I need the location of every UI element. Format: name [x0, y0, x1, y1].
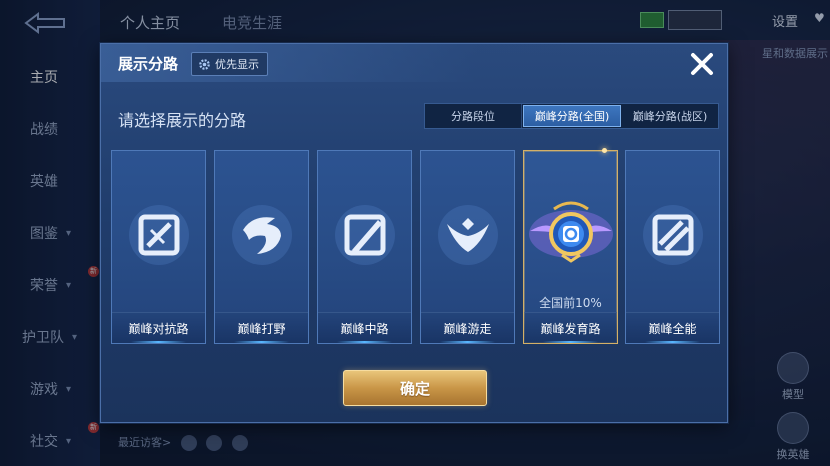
route-card-label: 巅峰游走: [421, 312, 514, 343]
card-underline: [542, 341, 599, 343]
card-underline: [644, 341, 701, 343]
route-card-top-lane[interactable]: 巅峰对抗路: [111, 150, 206, 344]
route-type-tabs: 分路段位 巅峰分路(全国) 巅峰分路(战区): [424, 103, 719, 129]
card-underline: [439, 341, 496, 343]
marksman-emblem-icon: [526, 189, 616, 279]
route-card-label: 巅峰中路: [318, 312, 411, 343]
tab-peak-route-region[interactable]: 巅峰分路(战区): [622, 104, 718, 128]
route-card-label: 巅峰全能: [626, 312, 719, 343]
route-card-label: 巅峰发育路: [524, 312, 617, 343]
selection-prompt: 请选择展示的分路: [118, 111, 247, 130]
tab-peak-route-national[interactable]: 巅峰分路(全国): [523, 105, 621, 127]
route-card-roam[interactable]: 巅峰游走: [420, 150, 515, 344]
card-underline: [130, 341, 187, 343]
priority-display-button[interactable]: 优先显示: [191, 52, 268, 76]
card-underline: [233, 341, 290, 343]
route-card-all-round[interactable]: 巅峰全能: [625, 150, 720, 344]
confirm-button[interactable]: 确定: [343, 370, 487, 406]
wings-icon: [433, 200, 503, 270]
tab-route-rank[interactable]: 分路段位: [425, 104, 522, 128]
route-card-label: 巅峰打野: [215, 312, 308, 343]
route-card-label: 巅峰对抗路: [112, 312, 205, 343]
route-card-farm-lane[interactable]: 全国前10% 巅峰发育路: [523, 148, 618, 344]
route-card-jungle[interactable]: 巅峰打野: [214, 150, 309, 344]
dragon-icon: [227, 200, 297, 270]
card-underline: [336, 341, 393, 343]
all-round-icon: [638, 200, 708, 270]
gear-icon: [199, 58, 210, 70]
route-display-dialog: 展示分路 优先显示 请选择展示的分路 分路段位 巅峰分路(全国) 巅峰分路(战区…: [100, 43, 728, 423]
route-card-list: 巅峰对抗路 巅峰打野 巅峰中路 巅峰游走 全国前10% 巅峰发育路 巅峰全能: [111, 148, 720, 344]
sword-shield-icon: [124, 200, 194, 270]
dialog-title: 展示分路: [118, 55, 179, 73]
close-button[interactable]: [686, 48, 718, 80]
staff-icon: [330, 200, 400, 270]
route-card-mid-lane[interactable]: 巅峰中路: [317, 150, 412, 344]
selection-spark: [602, 148, 607, 153]
close-icon: [691, 53, 713, 75]
rank-percentile: 全国前10%: [539, 296, 602, 310]
